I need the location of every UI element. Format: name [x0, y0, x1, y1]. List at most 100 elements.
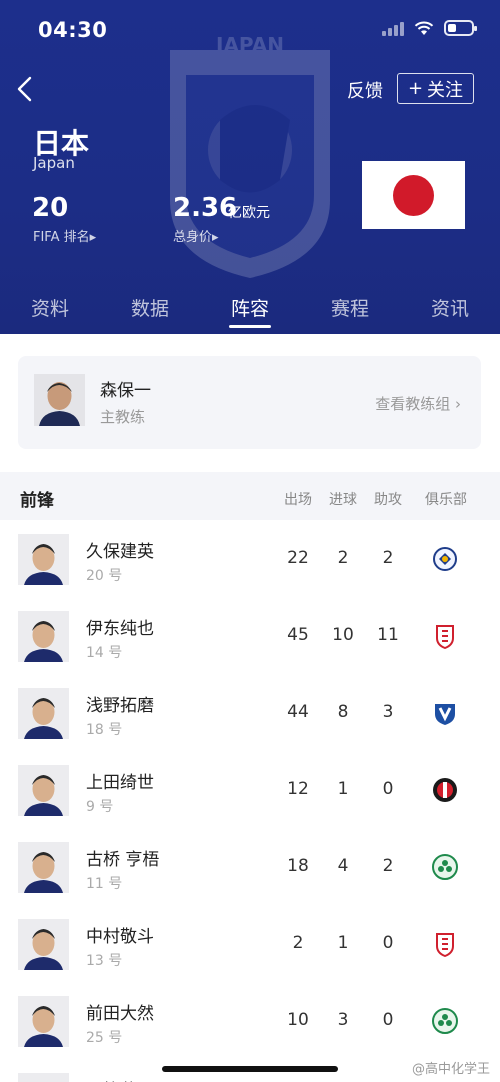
- player-goals: 3: [337, 1010, 349, 1030]
- plus-icon: +: [407, 78, 424, 99]
- coach-name: 森保一: [100, 381, 151, 401]
- fifa-rank-label: FIFA 排名: [33, 230, 90, 245]
- caret-right-icon: ▸: [89, 230, 97, 245]
- wifi-icon: [414, 21, 434, 35]
- fifa-rank-value: 20: [32, 193, 69, 223]
- coach-card[interactable]: 森保一 主教练 查看教练组 ›: [18, 356, 481, 449]
- player-row[interactable]: 古桥 亨梧 11 号 18 4 2: [0, 828, 500, 905]
- player-apps: 12: [287, 779, 309, 799]
- person-silhouette-icon: [18, 611, 69, 662]
- feedback-button[interactable]: 反馈: [347, 77, 383, 103]
- person-silhouette-icon: [18, 688, 69, 739]
- player-row[interactable]: 上田绮世 9 号 12 1 0: [0, 751, 500, 828]
- position-title: 前锋: [20, 491, 54, 511]
- vfl-bochum-crest-icon: [432, 700, 458, 726]
- player-assists: 2: [382, 548, 394, 568]
- status-bar: 04:30: [0, 0, 500, 60]
- market-value-link[interactable]: 总身价▸: [173, 226, 219, 245]
- celtic-crest-icon: [432, 1008, 458, 1034]
- stade-reims-crest-icon: [432, 623, 458, 650]
- player-avatar: [18, 996, 69, 1047]
- follow-button[interactable]: + 关注: [397, 73, 474, 104]
- flag-sun: [393, 175, 434, 216]
- feyenoord-crest-icon: [432, 777, 458, 803]
- player-goals: 4: [337, 856, 349, 876]
- player-assists: 0: [382, 1010, 394, 1030]
- person-silhouette-icon: [18, 1073, 69, 1082]
- roster-section-header: 前锋 出场 进球 助攻 俱乐部: [0, 472, 500, 520]
- player-name: 三笘薫: [86, 1076, 137, 1082]
- player-apps: 2: [292, 933, 304, 953]
- tab-schedule[interactable]: 赛程: [300, 284, 400, 334]
- player-row[interactable]: 浅野拓磨 18 号 44 8 3: [0, 674, 500, 751]
- person-silhouette-icon: [18, 919, 69, 970]
- player-name: 古桥 亨梧: [86, 850, 160, 870]
- market-value-unit: 亿欧元: [228, 205, 270, 221]
- player-number: 9 号: [86, 799, 114, 815]
- player-number: 11 号: [86, 876, 123, 892]
- player-name: 前田大然: [86, 1004, 154, 1024]
- watermark-text: @高中化学王: [411, 1062, 490, 1077]
- battery-level: [448, 24, 456, 32]
- player-avatar: [18, 765, 69, 816]
- player-name: 中村敬斗: [86, 927, 154, 947]
- player-apps: 18: [287, 856, 309, 876]
- home-indicator[interactable]: [162, 1066, 338, 1072]
- coach-role: 主教练: [100, 408, 146, 426]
- team-page: JAPAN 04:30 反馈 + 关注 日本 Japan 20 FIFA 排名▸…: [0, 0, 500, 1082]
- player-number: 25 号: [86, 1030, 123, 1046]
- person-silhouette-icon: [18, 842, 69, 893]
- back-arrow-icon[interactable]: [14, 74, 38, 104]
- team-tabs: 资料 数据 阵容 赛程 资讯: [0, 284, 500, 334]
- follow-label: 关注: [427, 79, 464, 101]
- stade-reims-crest-icon: [432, 931, 458, 958]
- tab-stats[interactable]: 数据: [100, 284, 200, 334]
- player-number: 13 号: [86, 953, 123, 969]
- player-name: 伊东纯也: [86, 619, 154, 639]
- market-value-label: 总身价: [173, 230, 213, 245]
- player-apps: 22: [287, 548, 309, 568]
- player-goals: 1: [337, 779, 349, 799]
- player-assists: 3: [382, 702, 394, 722]
- battery-icon: [444, 20, 477, 36]
- player-row[interactable]: 中村敬斗 13 号 2 1 0: [0, 905, 500, 982]
- team-name-english: Japan: [33, 154, 75, 172]
- coach-avatar: [34, 374, 85, 426]
- player-name: 久保建英: [86, 542, 154, 562]
- status-icons: [382, 20, 477, 36]
- player-number: 18 号: [86, 722, 123, 738]
- player-avatar: [18, 1073, 69, 1082]
- player-row[interactable]: 前田大然 25 号 10 3 0: [0, 982, 500, 1059]
- fifa-rank-link[interactable]: FIFA 排名▸: [33, 226, 96, 245]
- player-goals: 2: [337, 548, 349, 568]
- player-assists: 2: [382, 856, 394, 876]
- column-apps: 出场: [284, 492, 312, 508]
- column-assists: 助攻: [374, 492, 402, 508]
- real-sociedad-crest-icon: [432, 546, 458, 572]
- person-silhouette-icon: [18, 534, 69, 585]
- player-number: 20 号: [86, 568, 123, 584]
- player-apps: 44: [287, 702, 309, 722]
- view-coaching-staff-link[interactable]: 查看教练组 ›: [375, 393, 461, 414]
- player-avatar: [18, 842, 69, 893]
- player-goals: 10: [332, 625, 354, 645]
- player-apps: 45: [287, 625, 309, 645]
- player-row[interactable]: 久保建英 20 号 22 2 2: [0, 520, 500, 597]
- player-avatar: [18, 688, 69, 739]
- person-silhouette-icon: [34, 374, 85, 426]
- tab-squad[interactable]: 阵容: [200, 284, 300, 334]
- player-row[interactable]: 伊东纯也 14 号 45 10 11: [0, 597, 500, 674]
- player-apps: 10: [287, 1010, 309, 1030]
- tab-profile[interactable]: 资料: [0, 284, 100, 334]
- tab-news[interactable]: 资讯: [400, 284, 500, 334]
- person-silhouette-icon: [18, 996, 69, 1047]
- japan-flag-icon: [362, 161, 465, 229]
- player-assists: 0: [382, 933, 394, 953]
- celtic-crest-icon: [432, 854, 458, 880]
- player-assists: 11: [377, 625, 399, 645]
- player-avatar: [18, 919, 69, 970]
- player-number: 14 号: [86, 645, 123, 661]
- team-header: JAPAN 04:30 反馈 + 关注 日本 Japan 20 FIFA 排名▸…: [0, 0, 500, 334]
- player-assists: 0: [382, 779, 394, 799]
- column-goals: 进球: [329, 492, 357, 508]
